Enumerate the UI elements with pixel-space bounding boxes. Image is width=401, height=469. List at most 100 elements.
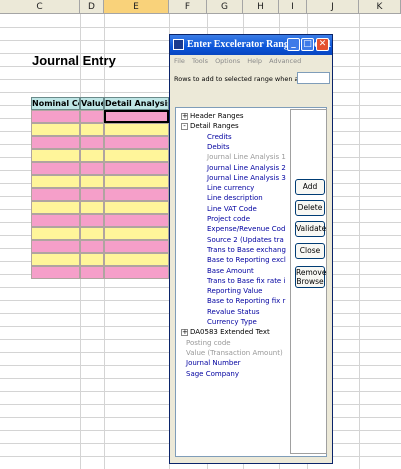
table-cell[interactable] [80, 201, 104, 214]
tree-item[interactable]: - Detail Ranges [181, 121, 239, 131]
menu-advanced[interactable]: Advanced [269, 57, 301, 65]
column-header-g[interactable]: G [207, 0, 243, 14]
tree-item[interactable]: + Header Ranges [181, 111, 244, 121]
table-cell[interactable] [80, 227, 104, 240]
table-cell[interactable] [104, 162, 169, 175]
table-cell[interactable] [31, 110, 80, 123]
table-cell[interactable] [104, 175, 169, 188]
header-detail-analysis[interactable]: Detail Analysis(1) [104, 97, 169, 110]
expand-icon[interactable]: + [181, 328, 188, 336]
tree-item[interactable]: Journal Line Analysis 1 [207, 152, 286, 162]
table-cell[interactable] [104, 227, 169, 240]
column-header-h[interactable]: H [243, 0, 279, 14]
table-cell[interactable] [104, 240, 169, 253]
table-cell[interactable] [80, 136, 104, 149]
table-cell[interactable] [31, 149, 80, 162]
table-cell[interactable] [104, 149, 169, 162]
tree-item[interactable]: Journal Line Analysis 3 [207, 173, 286, 183]
tree-item[interactable]: Line description [207, 193, 263, 203]
tree-item[interactable]: Line currency [207, 183, 254, 193]
tree-item[interactable]: Journal Number [186, 358, 241, 368]
table-cell[interactable] [80, 162, 104, 175]
maximize-icon[interactable]: □ [301, 38, 314, 51]
table-cell[interactable] [31, 136, 80, 149]
table-cell[interactable] [104, 266, 169, 279]
grid-line [0, 27, 401, 28]
tree-item[interactable]: Value (Transaction Amount) [186, 348, 283, 358]
column-header-i[interactable]: I [279, 0, 307, 14]
table-cell[interactable] [80, 188, 104, 201]
browse-label: Browse [296, 277, 324, 286]
remove-browse-button[interactable]: Remove Browse [295, 266, 326, 288]
tree-item[interactable]: + DA0583 Extended Text [181, 327, 270, 337]
close-button[interactable]: Close [295, 243, 325, 259]
tree-item-label: Sage Company [186, 369, 240, 378]
tree-item[interactable]: Source 2 (Updates tra [207, 235, 284, 245]
header-nominal-code[interactable]: Nominal Code [31, 97, 80, 110]
menu-help[interactable]: Help [247, 57, 262, 65]
table-cell[interactable] [31, 253, 80, 266]
table-cell[interactable] [80, 110, 104, 123]
table-cell[interactable] [104, 253, 169, 266]
column-header-j[interactable]: J [307, 0, 359, 14]
expand-icon[interactable]: + [181, 112, 188, 120]
table-cell[interactable] [31, 214, 80, 227]
tree-item[interactable]: Reporting Value [207, 286, 262, 296]
tree-item[interactable]: Base to Reporting fix r [207, 296, 285, 306]
table-cell[interactable] [80, 253, 104, 266]
delete-button[interactable]: Delete [295, 200, 325, 216]
table-cell[interactable] [104, 110, 169, 123]
tree-item[interactable]: Trans to Base fix rate i [207, 276, 285, 286]
tree-item[interactable]: Credits [207, 132, 232, 142]
table-cell[interactable] [31, 123, 80, 136]
table-cell[interactable] [31, 175, 80, 188]
menu-tools[interactable]: Tools [192, 57, 208, 65]
menu-file[interactable]: File [174, 57, 185, 65]
collapse-icon[interactable]: - [181, 122, 188, 130]
minimize-icon[interactable]: _ [287, 38, 300, 51]
tree-item[interactable]: Base Amount [207, 266, 254, 276]
tree-item[interactable]: Project code [207, 214, 250, 224]
tree-item[interactable]: Currency Type [207, 317, 257, 327]
rows-to-add-input[interactable] [297, 72, 330, 84]
column-header-d[interactable]: D [80, 0, 104, 14]
close-icon[interactable]: ✕ [316, 38, 329, 51]
table-cell[interactable] [31, 240, 80, 253]
tree-item[interactable]: Sage Company [186, 369, 239, 379]
table-cell[interactable] [104, 136, 169, 149]
table-cell[interactable] [80, 123, 104, 136]
table-cell[interactable] [80, 175, 104, 188]
column-header-f[interactable]: F [169, 0, 207, 14]
tree-item[interactable]: Posting code [186, 338, 231, 348]
table-cell[interactable] [104, 201, 169, 214]
table-cell[interactable] [80, 149, 104, 162]
table-cell[interactable] [80, 266, 104, 279]
column-header-c[interactable]: C [0, 0, 80, 14]
column-header-k[interactable]: K [359, 0, 401, 14]
table-cell[interactable] [31, 227, 80, 240]
table-cell[interactable] [31, 188, 80, 201]
table-cell[interactable] [31, 201, 80, 214]
validate-button[interactable]: Validate [295, 221, 326, 237]
table-cell[interactable] [31, 266, 80, 279]
header-value[interactable]: Value [80, 97, 104, 110]
tree-item-label: Header Ranges [190, 112, 244, 120]
excelerator-ranges-dialog: Enter Excelerator Ranges: Sheet1 _ □ ✕ F… [169, 34, 333, 464]
column-header-e[interactable]: E [104, 0, 169, 14]
table-cell[interactable] [31, 162, 80, 175]
tree-item[interactable]: Expense/Revenue Cod [207, 224, 285, 234]
table-cell[interactable] [104, 214, 169, 227]
add-button[interactable]: Add [295, 179, 325, 195]
table-cell[interactable] [80, 240, 104, 253]
dialog-titlebar[interactable]: Enter Excelerator Ranges: Sheet1 _ □ ✕ [170, 35, 332, 55]
table-cell[interactable] [104, 188, 169, 201]
tree-item[interactable]: Trans to Base exchang [207, 245, 286, 255]
tree-item[interactable]: Line VAT Code [207, 204, 257, 214]
tree-item[interactable]: Base to Reporting excl [207, 255, 286, 265]
table-cell[interactable] [104, 123, 169, 136]
menu-options[interactable]: Options [215, 57, 240, 65]
table-cell[interactable] [80, 214, 104, 227]
tree-item[interactable]: Debits [207, 142, 229, 152]
tree-item[interactable]: Journal Line Analysis 2 [207, 163, 286, 173]
tree-item[interactable]: Revalue Status [207, 307, 260, 317]
